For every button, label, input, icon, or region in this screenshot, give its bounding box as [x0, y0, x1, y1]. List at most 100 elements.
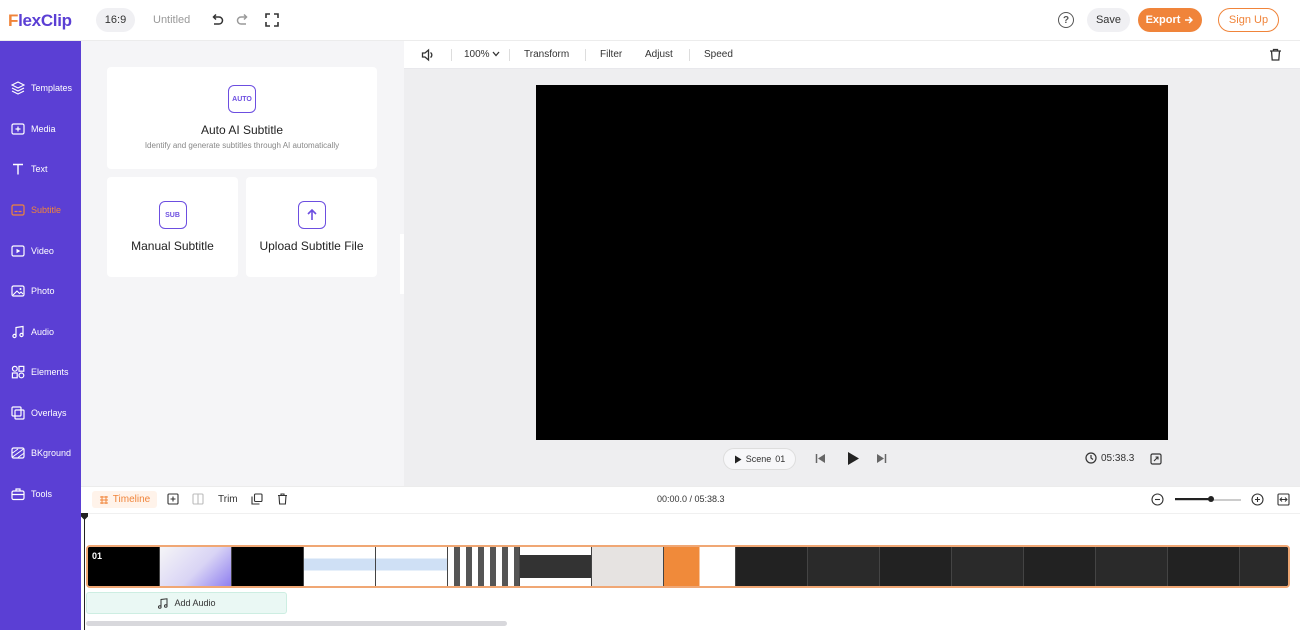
- sidebar-item-elements[interactable]: Elements: [0, 357, 81, 387]
- scene-number-label: 01: [92, 551, 103, 561]
- subtitle-text-icon: SUB: [158, 201, 187, 229]
- play-pause-icon[interactable]: [846, 451, 860, 466]
- duration-value: 05:38.3: [1101, 452, 1135, 464]
- redo-icon[interactable]: [234, 11, 252, 29]
- fit-timeline-icon[interactable]: [1277, 493, 1290, 506]
- timeline-timecode: 00:00.0 / 05:38.3: [657, 494, 725, 504]
- scene-thumbnail[interactable]: [304, 547, 376, 586]
- sidebar-item-label: Tools: [31, 489, 53, 499]
- sidebar-item-templates[interactable]: Templates: [0, 73, 81, 103]
- chevron-down-icon: [492, 51, 500, 57]
- scene-play-button[interactable]: Scene 01: [723, 448, 796, 470]
- sidebar-item-overlays[interactable]: Overlays: [0, 398, 81, 428]
- flexclip-logo[interactable]: FlexClip: [8, 11, 72, 31]
- video-track[interactable]: 01: [86, 545, 1290, 588]
- split-icon[interactable]: [192, 493, 204, 505]
- sidebar-item-label: Media: [31, 124, 56, 134]
- export-button[interactable]: Export: [1138, 8, 1202, 32]
- timeline-ruler: [81, 513, 1300, 514]
- sign-up-button[interactable]: Sign Up: [1218, 8, 1279, 32]
- sidebar-item-label: Photo: [31, 286, 55, 296]
- auto-ai-subtitle-card[interactable]: AUTO Auto AI Subtitle Identify and gener…: [107, 67, 377, 169]
- sidebar-item-tools[interactable]: Tools: [0, 479, 81, 509]
- sidebar-item-photo[interactable]: Photo: [0, 276, 81, 306]
- scene-thumbnail[interactable]: [592, 547, 664, 586]
- scene-thumbnail[interactable]: [664, 547, 736, 586]
- scene-thumbnail[interactable]: [1168, 547, 1240, 586]
- card-title: Upload Subtitle File: [259, 239, 364, 253]
- scene-thumbnail[interactable]: [1240, 547, 1288, 586]
- divider: [451, 49, 452, 61]
- adjust-button[interactable]: Adjust: [645, 49, 673, 60]
- audio-icon: [12, 325, 24, 339]
- scene-thumbnail[interactable]: [808, 547, 880, 586]
- zoom-select[interactable]: 100%: [464, 49, 500, 60]
- total-duration: 05:38.3: [1085, 452, 1134, 464]
- scene-thumbnail[interactable]: [880, 547, 952, 586]
- undo-icon[interactable]: [208, 11, 226, 29]
- timeline-zoom-handle[interactable]: [1208, 496, 1214, 502]
- scene-thumbnail[interactable]: 01: [88, 547, 160, 586]
- delete-icon[interactable]: [277, 493, 288, 505]
- expand-icon[interactable]: [1150, 453, 1162, 465]
- sidebar-item-label: Templates: [31, 83, 73, 93]
- card-title: Auto AI Subtitle: [200, 123, 284, 137]
- sidebar-item-label: Overlays: [31, 408, 67, 418]
- help-icon[interactable]: ?: [1058, 12, 1074, 28]
- scene-thumbnail[interactable]: [736, 547, 808, 586]
- speed-button[interactable]: Speed: [704, 49, 733, 60]
- duplicate-icon[interactable]: [251, 493, 263, 505]
- skip-back-icon[interactable]: [815, 453, 826, 464]
- trim-button[interactable]: Trim: [218, 494, 238, 505]
- top-bar: FlexClip 16:9 Untitled ? Save Export Sig…: [0, 0, 1300, 41]
- add-scene-icon[interactable]: [167, 493, 179, 505]
- timeline-tab[interactable]: Timeline: [92, 491, 157, 508]
- sidebar-item-video[interactable]: Video: [0, 236, 81, 266]
- scene-thumbnail[interactable]: [1096, 547, 1168, 586]
- sidebar-item-label: Audio: [31, 327, 55, 337]
- skip-forward-icon[interactable]: [876, 453, 887, 464]
- zoom-value: 100%: [464, 49, 490, 60]
- filter-button[interactable]: Filter: [600, 49, 622, 60]
- export-label: Export: [1145, 14, 1181, 26]
- sidebar-item-label: Elements: [31, 367, 69, 377]
- upload-subtitle-card[interactable]: Upload Subtitle File: [246, 177, 377, 277]
- add-audio-button[interactable]: Add Audio: [86, 592, 287, 614]
- save-button[interactable]: Save: [1087, 8, 1130, 32]
- sidebar-item-text[interactable]: Text: [0, 154, 81, 184]
- timeline-zoom-fill: [1175, 498, 1211, 500]
- scene-thumbnail[interactable]: [1024, 547, 1096, 586]
- sidebar-item-label: Subtitle: [31, 205, 62, 215]
- timeline-horizontal-scrollbar[interactable]: [86, 621, 507, 626]
- project-title[interactable]: Untitled: [153, 14, 190, 26]
- sidebar-item-audio[interactable]: Audio: [0, 317, 81, 347]
- scene-thumbnail[interactable]: [160, 547, 232, 586]
- video-canvas[interactable]: [536, 85, 1168, 440]
- photo-icon: [11, 285, 25, 297]
- trash-icon[interactable]: [1269, 48, 1282, 64]
- fullscreen-icon[interactable]: [263, 11, 281, 29]
- upload-icon: [297, 201, 326, 229]
- layers-icon: [11, 81, 25, 95]
- aspect-ratio-button[interactable]: 16:9: [96, 8, 135, 32]
- text-icon: [13, 163, 23, 175]
- manual-subtitle-card[interactable]: SUB Manual Subtitle: [107, 177, 238, 277]
- scene-thumbnail[interactable]: [952, 547, 1024, 586]
- elements-icon: [11, 365, 25, 379]
- volume-icon[interactable]: [421, 48, 435, 65]
- sidebar-item-media[interactable]: Media: [0, 114, 81, 144]
- transform-button[interactable]: Transform: [524, 49, 569, 60]
- scene-thumbnail[interactable]: [520, 547, 592, 586]
- zoom-in-icon[interactable]: [1251, 493, 1264, 506]
- scene-thumbnail[interactable]: [448, 547, 520, 586]
- sidebar-item-bkground[interactable]: BKground: [0, 438, 81, 468]
- divider: [689, 49, 690, 61]
- card-description: Identify and generate subtitles through …: [144, 141, 340, 150]
- scene-number: 01: [775, 454, 786, 464]
- media-icon: [11, 123, 25, 135]
- zoom-out-icon[interactable]: [1151, 493, 1164, 506]
- sidebar-item-subtitle[interactable]: Subtitle: [0, 195, 81, 225]
- play-icon: [734, 455, 742, 463]
- scene-thumbnail[interactable]: [232, 547, 304, 586]
- scene-thumbnail[interactable]: [376, 547, 448, 586]
